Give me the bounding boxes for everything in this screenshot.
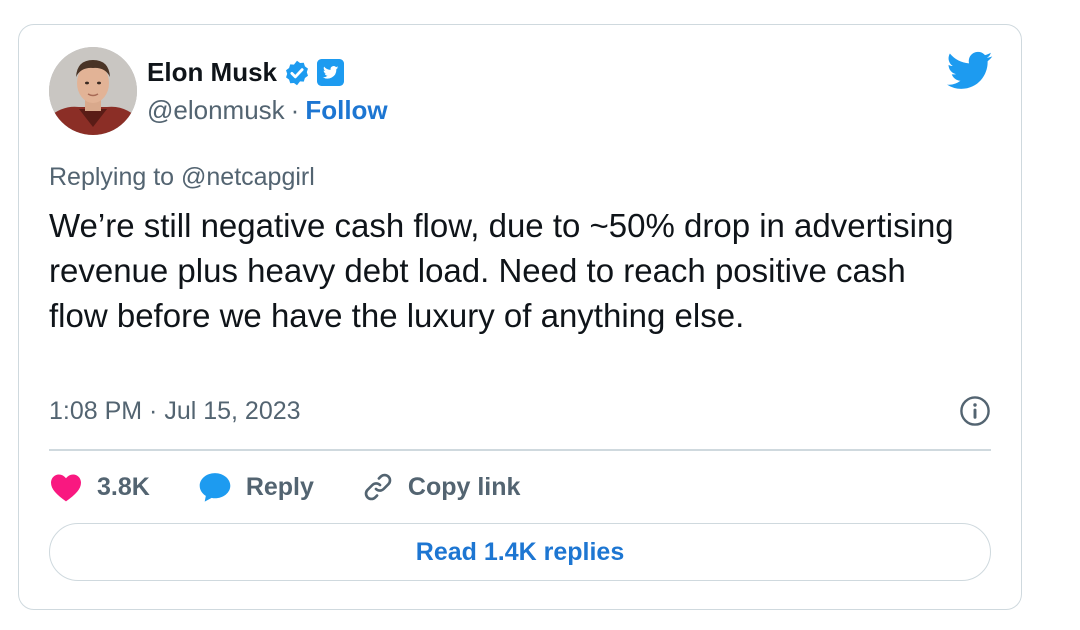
tweet-timestamp[interactable]: 1:08 PM · Jul 15, 2023 bbox=[49, 397, 301, 426]
follow-button[interactable]: Follow bbox=[305, 95, 387, 126]
like-count: 3.8K bbox=[97, 472, 150, 501]
link-icon bbox=[364, 473, 392, 501]
info-icon[interactable] bbox=[959, 395, 991, 427]
author-handle[interactable]: @elonmusk bbox=[147, 95, 285, 126]
verified-badge-icon bbox=[286, 60, 308, 85]
action-bar: 3.8K Reply Copy link bbox=[49, 467, 568, 507]
twitter-bird-icon[interactable] bbox=[947, 51, 993, 91]
copy-link-button[interactable]: Copy link bbox=[362, 471, 521, 503]
read-replies-button[interactable]: Read 1.4K replies bbox=[49, 523, 991, 581]
handle-separator: · bbox=[290, 95, 300, 125]
reply-label: Reply bbox=[245, 472, 314, 501]
tweet-text: We’re still negative cash flow, due to ~… bbox=[49, 207, 954, 334]
reply-context[interactable]: Replying to @netcapgirl bbox=[49, 163, 315, 192]
author-name[interactable]: Elon Musk bbox=[147, 57, 277, 88]
speech-bubble-icon bbox=[199, 473, 231, 502]
heart-icon bbox=[51, 474, 81, 502]
copy-link-label: Copy link bbox=[407, 472, 521, 501]
divider bbox=[49, 449, 991, 451]
tweet-card[interactable]: Elon Musk @elonmusk · Follow Replying to… bbox=[18, 24, 1022, 610]
twitter-square-icon bbox=[317, 59, 345, 86]
like-button[interactable]: 3.8K bbox=[49, 472, 150, 502]
reply-button[interactable]: Reply bbox=[198, 471, 314, 503]
avatar-image bbox=[49, 47, 137, 135]
avatar[interactable] bbox=[49, 47, 137, 135]
